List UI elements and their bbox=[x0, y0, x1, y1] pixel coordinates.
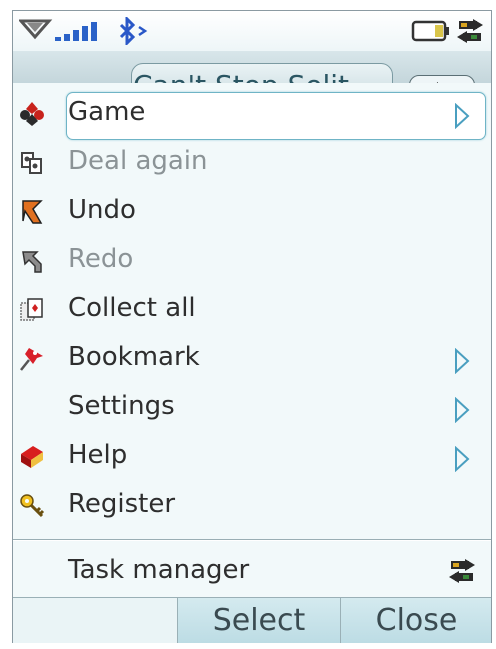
menu-item-game[interactable]: Game bbox=[13, 91, 491, 140]
network-signal-icon bbox=[19, 19, 97, 41]
key-icon bbox=[20, 494, 45, 518]
undo-arrow-icon bbox=[22, 200, 43, 224]
menu-item-register[interactable]: Register bbox=[13, 483, 491, 529]
card-stack-icon bbox=[20, 298, 43, 321]
submenu-arrow-icon bbox=[455, 397, 470, 423]
menu-item-label: Task manager bbox=[68, 555, 250, 585]
task-manager-status-icon bbox=[457, 19, 483, 43]
options-menu: Game Deal again Undo Redo Collect all Bo… bbox=[13, 83, 491, 585]
submenu-arrow-icon bbox=[455, 103, 470, 129]
submenu-arrow-icon bbox=[455, 446, 470, 472]
cards-suits-icon bbox=[20, 102, 44, 126]
help-book-icon bbox=[21, 446, 43, 468]
phone-screen: Can't Stop Solit Game bbox=[12, 10, 492, 643]
menu-item-redo[interactable]: Redo bbox=[13, 238, 491, 284]
menu-item-label: Redo bbox=[68, 244, 134, 274]
menu-item-label: Help bbox=[68, 440, 128, 470]
menu-item-help[interactable]: Help bbox=[13, 434, 491, 480]
menu-item-task-manager[interactable]: Task manager bbox=[13, 549, 491, 595]
menu-item-undo[interactable]: Undo bbox=[13, 189, 491, 235]
redo-arrow-icon bbox=[22, 251, 42, 273]
softkey-left[interactable] bbox=[13, 598, 177, 643]
close-softkey[interactable]: Close bbox=[340, 598, 491, 643]
menu-item-label: Deal again bbox=[68, 146, 208, 176]
menu-item-settings[interactable]: Settings bbox=[13, 385, 491, 431]
select-softkey[interactable]: Select bbox=[177, 598, 340, 643]
menu-item-deal-again[interactable]: Deal again bbox=[13, 140, 491, 186]
softkey-bar: Select Close bbox=[13, 597, 491, 643]
deal-cards-icon bbox=[21, 152, 42, 174]
status-bar bbox=[13, 11, 491, 51]
menu-divider-highlight bbox=[13, 540, 491, 541]
menu-item-collect-all[interactable]: Collect all bbox=[13, 287, 491, 333]
menu-item-bookmark[interactable]: Bookmark bbox=[13, 336, 491, 382]
menu-item-label: Collect all bbox=[68, 293, 196, 323]
menu-item-label: Bookmark bbox=[68, 342, 200, 372]
task-manager-icon bbox=[449, 559, 475, 583]
battery-icon bbox=[411, 20, 449, 42]
menu-item-label: Undo bbox=[68, 195, 136, 225]
pushpin-icon bbox=[20, 348, 43, 371]
menu-item-label: Settings bbox=[68, 391, 175, 421]
bluetooth-icon bbox=[119, 17, 148, 45]
menu-item-label: Register bbox=[68, 489, 176, 519]
menu-item-label: Game bbox=[68, 97, 146, 127]
submenu-arrow-icon bbox=[455, 348, 470, 374]
